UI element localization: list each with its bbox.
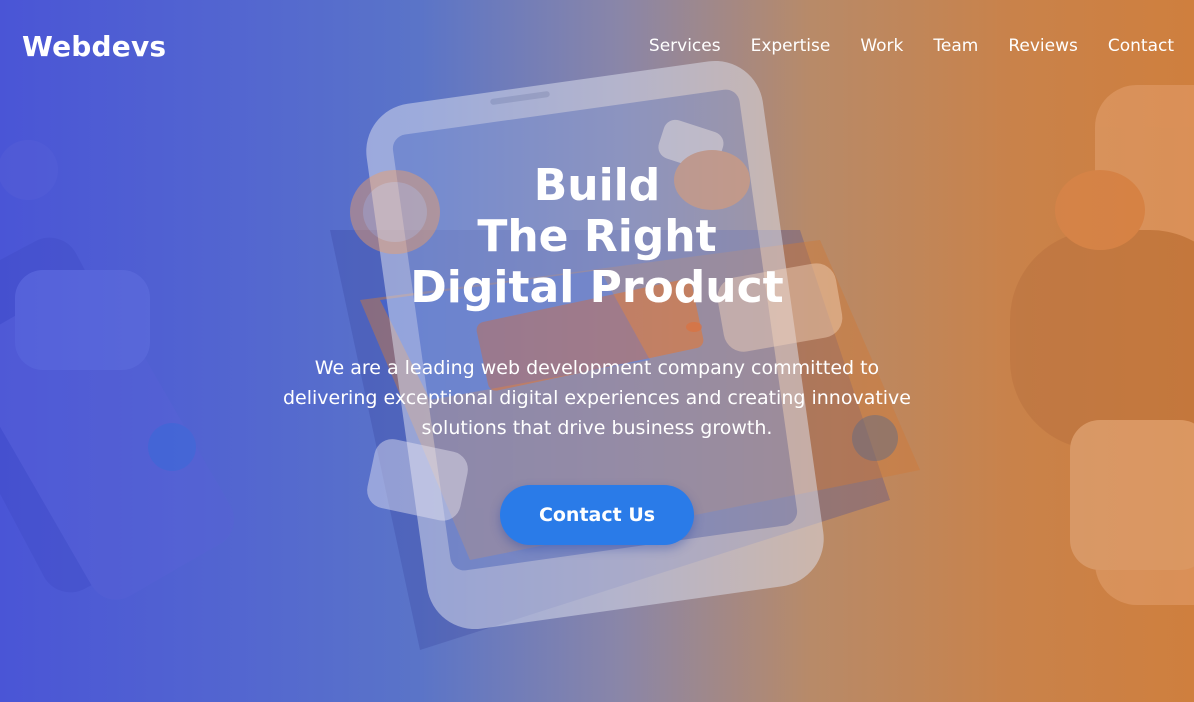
nav-link-expertise[interactable]: Expertise bbox=[751, 36, 831, 56]
nav-item-contact: Contact bbox=[1108, 36, 1174, 56]
hero-headline: Build The Right Digital Product bbox=[0, 160, 1194, 313]
top-navbar: Webdevs Services Expertise Work Team Rev… bbox=[0, 0, 1194, 92]
nav-item-team: Team bbox=[933, 36, 978, 56]
nav-item-reviews: Reviews bbox=[1008, 36, 1078, 56]
nav-menu: Services Expertise Work Team Reviews Con… bbox=[649, 36, 1174, 56]
nav-item-services: Services bbox=[649, 36, 721, 56]
nav-link-team[interactable]: Team bbox=[933, 36, 978, 56]
headline-line-3: Digital Product bbox=[410, 262, 784, 313]
nav-item-work: Work bbox=[860, 36, 903, 56]
nav-link-services[interactable]: Services bbox=[649, 36, 721, 56]
nav-item-expertise: Expertise bbox=[751, 36, 831, 56]
contact-us-button[interactable]: Contact Us bbox=[500, 485, 694, 545]
headline-line-2: The Right bbox=[477, 211, 717, 262]
nav-link-reviews[interactable]: Reviews bbox=[1008, 36, 1078, 56]
brand-logo[interactable]: Webdevs bbox=[22, 30, 166, 63]
nav-link-contact[interactable]: Contact bbox=[1108, 36, 1174, 56]
hero-content: Build The Right Digital Product We are a… bbox=[0, 160, 1194, 545]
hero-section: Webdevs Services Expertise Work Team Rev… bbox=[0, 0, 1194, 702]
hero-subtext: We are a leading web development company… bbox=[283, 357, 911, 439]
headline-line-1: Build bbox=[533, 160, 661, 211]
nav-link-work[interactable]: Work bbox=[860, 36, 903, 56]
